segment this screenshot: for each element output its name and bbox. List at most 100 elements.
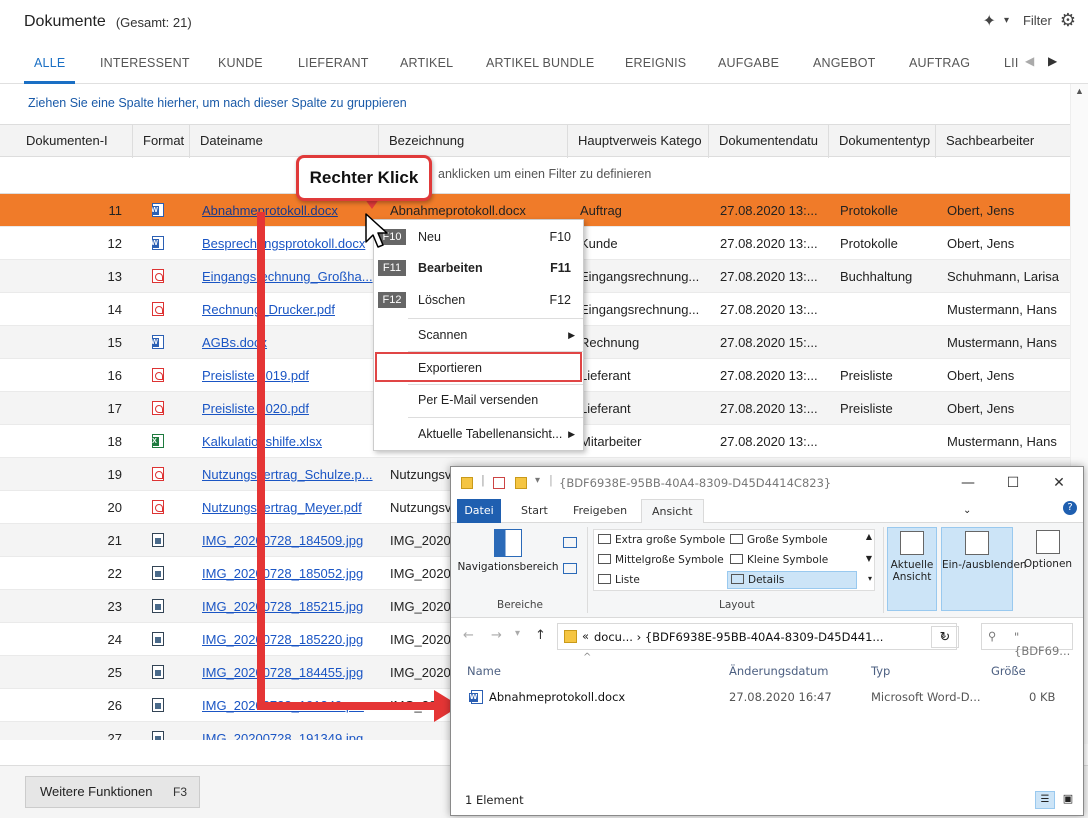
file-name-link[interactable]: IMG_20200728_191349.jpg [202,722,378,740]
layout-extra-large[interactable]: Extra große Symbole [598,534,725,546]
scroll-up-icon[interactable]: ▲ [1075,86,1084,96]
submenu-arrow-icon: ▶ [568,330,575,340]
gallery-expand-icon[interactable]: ▾ [868,574,872,583]
tab-datei[interactable]: Datei [457,499,501,523]
up-icon[interactable]: ↑ [535,628,546,643]
col-dokumententyp[interactable]: Dokumententyp [829,125,936,158]
col-type[interactable]: Typ [871,664,890,678]
show-hide-button[interactable]: Ein-/ausblenden [941,527,1027,611]
col-dokumenten-id[interactable]: Dokumenten-I [16,125,133,158]
col-name[interactable]: Name [467,664,501,678]
tab-angebot[interactable]: ANGEBOT [813,44,876,84]
tab-kunde[interactable]: KUNDE [218,44,263,84]
more-functions-button[interactable]: Weitere Funktionen F3 [25,776,200,808]
tab-artikel[interactable]: ARTIKEL [400,44,453,84]
menu-shortcut: F12 [549,293,571,307]
address-input[interactable]: « docu... › {BDF6938E-95BB-40A4-8309-D45… [557,623,957,650]
magic-wand-icon[interactable]: ✦ [983,11,996,31]
search-input[interactable]: ⚲ "{BDF69... [981,623,1073,658]
gallery-scroll-down-icon[interactable]: ▼ [866,554,872,563]
large-icons-view-icon[interactable]: ▣ [1059,791,1077,809]
refresh-icon[interactable]: ↻ [931,626,959,648]
menu-item-neu[interactable]: F10 Neu F10 [374,222,583,252]
new-folder-icon[interactable] [515,477,527,489]
layout-details[interactable]: Details [727,571,857,589]
gear-icon[interactable]: ⚙ [1060,10,1076,31]
menu-item-tableview[interactable]: Aktuelle Tabellenansicht... ▶ [374,419,583,449]
gallery-scroll-up-icon[interactable]: ▲ [866,532,872,541]
back-icon[interactable]: ← [463,628,474,643]
current-view-button[interactable]: Aktuelle Ansicht [887,527,937,611]
doc-id: 12 [107,236,122,251]
file-name-link[interactable]: Nutzungsvertrag_Meyer.pdf [202,491,378,524]
tab-more[interactable]: LII [1004,44,1018,84]
close-icon[interactable]: ✕ [1039,471,1079,495]
tab-freigeben[interactable]: Freigeben [563,499,637,523]
file-name-link[interactable]: IMG_20200728_185215.jpg [202,590,378,623]
ribbon-expand-icon[interactable]: ⌄ [963,505,971,516]
layout-large[interactable]: Große Symbole [730,534,828,546]
forward-icon[interactable]: → [491,628,502,643]
file-name-link[interactable]: Eingangsrechnung_Großha... [202,260,378,293]
col-bezeichnung[interactable]: Bezeichnung [379,125,568,158]
file-name-link[interactable]: Preisliste 2020.pdf [202,392,378,425]
document-type: Protokolle [840,236,898,251]
layout-medium[interactable]: Mittelgroße Symbole [598,554,724,566]
tab-ansicht[interactable]: Ansicht [641,499,704,524]
file-name-link[interactable]: AGBs.docx [202,326,378,359]
file-name-link[interactable]: IMG_20200728_184509.jpg [202,524,378,557]
help-icon[interactable]: ? [1063,501,1077,515]
navigation-pane-button[interactable]: Navigationsbereich [457,529,559,573]
group-hint[interactable]: Ziehen Sie eine Spalte hierher, um nach … [28,96,407,110]
tab-alle[interactable]: ALLE [24,44,76,84]
options-button[interactable]: Optionen [1017,527,1079,570]
col-date[interactable]: Änderungsdatum [729,664,828,678]
preview-pane-icon[interactable] [563,537,577,548]
col-size[interactable]: Größe [991,664,1026,678]
file-name-link[interactable]: Besprechungsprotokoll.docx [202,227,378,260]
menu-item-scannen[interactable]: Scannen ▶ [374,320,583,350]
breadcrumb-overflow[interactable]: « [582,629,589,643]
chevron-down-icon[interactable]: ▾ [1004,15,1009,26]
tab-start[interactable]: Start [511,499,558,523]
col-format[interactable]: Format [133,125,190,158]
col-dokumentendatum[interactable]: Dokumentendatu [709,125,829,158]
tab-prev-icon[interactable]: ◀ [1025,54,1034,68]
layout-small[interactable]: Kleine Symbole [730,554,828,566]
layout-list[interactable]: Liste [598,574,640,586]
col-hauptverweis[interactable]: Hauptverweis Katego [568,125,709,158]
minimize-icon[interactable]: — [948,471,988,495]
recent-dropdown-icon[interactable]: ▾ [515,628,520,639]
file-name-link[interactable]: IMG_20200728_185220.jpg [202,623,378,656]
tab-ereignis[interactable]: EREIGNIS [625,44,686,84]
col-dateiname[interactable]: Dateiname [190,125,379,158]
doc-id: 21 [107,533,122,548]
tab-artikel-bundle[interactable]: ARTIKEL BUNDLE [486,44,594,84]
file-row[interactable]: Abnahmeprotokoll.docx 27.08.2020 16:47 M… [451,686,1083,712]
maximize-icon[interactable]: ☐ [993,471,1033,495]
tab-lieferant[interactable]: LIEFERANT [298,44,369,84]
layout-icon [730,554,743,564]
file-name-link[interactable]: Nutzungsvertrag_Schulze.p... [202,458,378,491]
properties-icon[interactable] [493,477,505,489]
menu-item-bearbeiten[interactable]: F11 Bearbeiten F11 [374,253,583,283]
file-name-link[interactable]: Kalkulationshilfe.xlsx [202,425,378,458]
details-pane-icon[interactable] [563,563,577,574]
menu-item-loeschen[interactable]: F12 Löschen F12 [374,285,583,315]
file-name-link[interactable]: IMG_20200728_185052.jpg [202,557,378,590]
document-type [840,326,940,359]
file-name-link[interactable]: Rechnung_Drucker.pdf [202,293,378,326]
filter-row[interactable]: anklicken um einen Filter zu definieren [0,157,1070,194]
quick-access-dropdown-icon[interactable]: ▾ [535,475,540,486]
tab-aufgabe[interactable]: AUFGABE [718,44,779,84]
file-name-link[interactable]: Preisliste 2019.pdf [202,359,378,392]
filter-label[interactable]: Filter [1023,13,1052,28]
file-name-link[interactable]: IMG_20200728_184455.jpg [202,656,378,689]
hauptverweis: Rechnung [580,335,640,350]
tab-auftrag[interactable]: AUFTRAG [909,44,970,84]
col-sachbearbeiter[interactable]: Sachbearbeiter [936,125,1070,158]
menu-item-email[interactable]: Per E-Mail versenden [374,385,583,415]
tab-interessent[interactable]: INTERESSENT [100,44,190,84]
details-view-icon[interactable]: ☰ [1035,791,1055,809]
tab-next-icon[interactable]: ▶ [1048,54,1057,68]
